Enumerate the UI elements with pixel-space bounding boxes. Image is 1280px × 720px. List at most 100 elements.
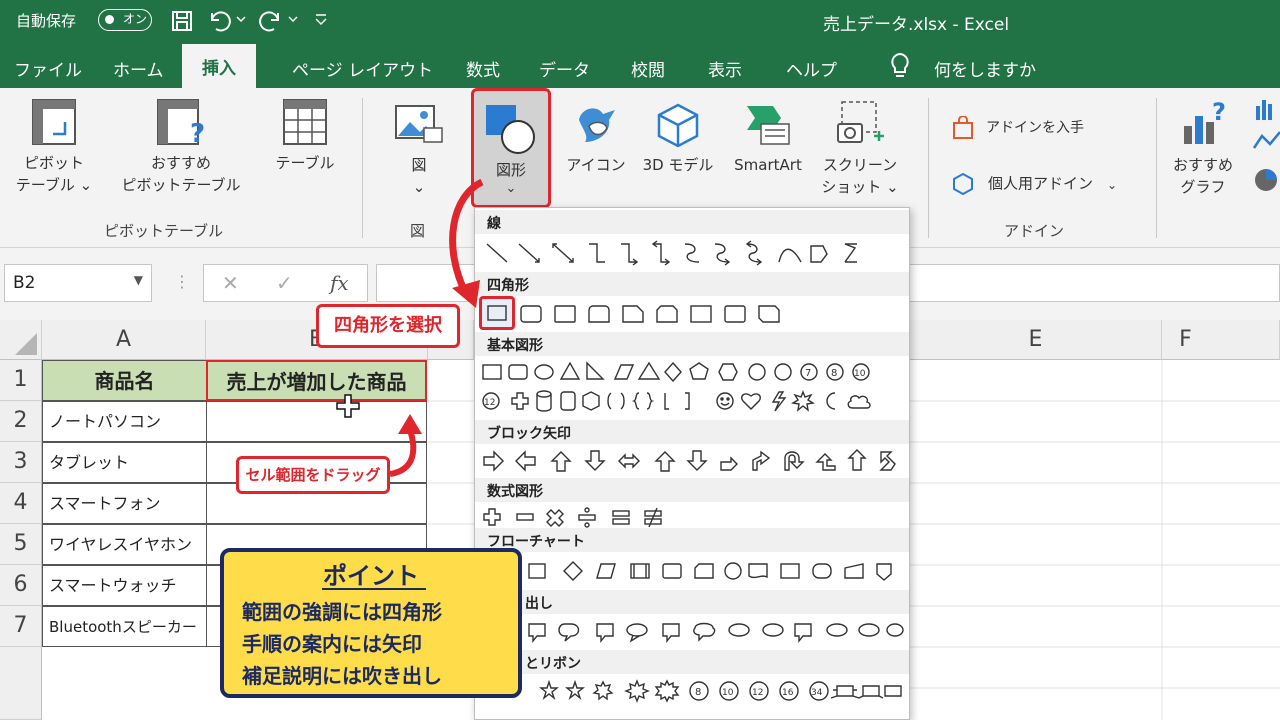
my-addins-caret: ⌄ xyxy=(1107,177,1118,192)
recommended-charts-label-1: おすすめ xyxy=(1172,156,1233,174)
gallery-flowchart-row[interactable] xyxy=(481,554,905,588)
row-header-3[interactable]: 3 xyxy=(0,442,42,483)
column-header-f[interactable]: F xyxy=(1162,320,1280,360)
gallery-section-flowchart: フローチャート xyxy=(475,528,909,552)
autosave-toggle[interactable]: オン xyxy=(98,9,152,31)
cell-a1[interactable]: 商品名 xyxy=(42,360,207,401)
select-rectangle-callout: 四角形を選択 xyxy=(316,304,460,348)
screenshot-label-2: ショット ⌄ xyxy=(821,178,899,196)
cell-a6[interactable]: スマートウォッチ xyxy=(42,565,207,606)
cell-a5[interactable]: ワイヤレスイヤホン xyxy=(42,524,207,565)
row-header-6[interactable]: 6 xyxy=(0,565,42,606)
shapes-gallery: 線 四角形 基本図形 7 8 10 12 ブロック矢印 数式図形 フローチャート… xyxy=(474,207,910,720)
icons-label: アイコン xyxy=(566,156,626,174)
cell-a3[interactable]: タブレット xyxy=(42,442,207,483)
pivot-table-label-1: ピボット xyxy=(23,154,84,172)
screenshot-label-1: スクリーン xyxy=(822,156,898,174)
table-button[interactable]: テーブル xyxy=(268,98,342,174)
name-box-value: B2 xyxy=(13,273,36,293)
3d-models-label: 3D モデル xyxy=(642,156,714,174)
row-header-7[interactable]: 7 xyxy=(0,606,42,647)
gallery-block-arrows-row[interactable] xyxy=(481,444,905,478)
cell-a7[interactable]: Bluetoothスピーカー xyxy=(42,606,207,647)
gallery-section-block-arrows: ブロック矢印 xyxy=(475,420,909,444)
smartart-button[interactable]: SmartArt xyxy=(730,102,806,176)
row-header-1[interactable]: 1 xyxy=(0,360,42,401)
pivot-table-button[interactable]: ピボット テーブル ⌄ xyxy=(14,98,94,196)
svg-text:34: 34 xyxy=(811,688,823,698)
empty-cell-grid[interactable] xyxy=(910,360,1280,720)
my-addins-label: 個人用アドイン xyxy=(988,174,1094,193)
svg-text:?: ? xyxy=(190,119,205,146)
column-header-e[interactable]: E xyxy=(910,320,1162,360)
svg-text:10: 10 xyxy=(722,688,734,698)
group-label-addins: アドイン xyxy=(1004,222,1065,240)
gallery-basic-row-2[interactable]: 12 xyxy=(481,384,905,418)
point-title: ポイント xyxy=(323,562,419,590)
name-box-dropdown-icon[interactable]: ▼ xyxy=(134,273,143,287)
svg-text:7: 7 xyxy=(805,368,811,379)
tab-page-layout[interactable]: ページ レイアウト xyxy=(292,56,433,81)
icons-button[interactable]: アイコン xyxy=(564,102,628,176)
tab-insert[interactable]: 挿入 xyxy=(182,44,256,88)
group-label-pivot: ピボットテーブル xyxy=(104,222,224,240)
shapes-icon xyxy=(486,105,535,154)
gallery-callouts-row[interactable] xyxy=(481,614,905,648)
tab-review[interactable]: 校閲 xyxy=(631,56,665,81)
my-addins-icon xyxy=(953,172,973,196)
gallery-rectangles-row[interactable] xyxy=(519,298,899,332)
recommended-pivot-button[interactable]: ? おすすめ ピボットテーブル xyxy=(118,98,244,196)
name-box[interactable]: B2 ▼ xyxy=(4,264,152,302)
redo-dropdown-icon[interactable] xyxy=(288,14,298,24)
chart-types-icons[interactable] xyxy=(1252,96,1280,196)
gallery-stars-row[interactable]: 8 10 12 16 34 xyxy=(481,674,905,708)
undo-dropdown-icon[interactable] xyxy=(236,14,246,24)
point-note-box: ポイント 範囲の強調には四角形 手順の案内には矢印 補足説明には吹き出し xyxy=(220,548,522,698)
smartart-label: SmartArt xyxy=(734,156,802,174)
gallery-section-rectangles: 四角形 xyxy=(475,272,909,296)
column-header-a[interactable]: A xyxy=(42,320,206,360)
tab-formulas[interactable]: 数式 xyxy=(466,56,500,81)
save-icon[interactable] xyxy=(170,9,194,33)
get-addins-label: アドインを入手 xyxy=(986,120,1084,136)
tab-home[interactable]: ホーム xyxy=(113,56,164,81)
table-icon xyxy=(283,99,327,145)
ribbon-tabs: ファイル ホーム 挿入 ページ レイアウト 数式 データ 校閲 表示 ヘルプ 何… xyxy=(0,44,1280,88)
tab-help[interactable]: ヘルプ xyxy=(786,56,837,81)
cancel-icon[interactable]: ✕ xyxy=(222,271,239,295)
tab-view[interactable]: 表示 xyxy=(708,56,742,81)
pivot-table-icon xyxy=(32,99,76,145)
tab-file[interactable]: ファイル xyxy=(14,56,82,81)
cell-a4[interactable]: スマートフォン xyxy=(42,483,207,524)
row-header-5[interactable]: 5 xyxy=(0,524,42,565)
my-addins-button[interactable]: 個人用アドイン ⌄ xyxy=(952,172,1142,196)
customize-toolbar-icon[interactable] xyxy=(314,12,328,28)
row-header-4[interactable]: 4 xyxy=(0,483,42,524)
title-bar: 自動保存 オン 売上データ.xlsx - Excel xyxy=(0,0,1280,44)
autosave-state: オン xyxy=(123,12,148,26)
gallery-lines-row[interactable] xyxy=(481,236,905,270)
cell-a2[interactable]: ノートパソコン xyxy=(42,401,207,442)
redo-icon[interactable] xyxy=(258,9,284,33)
recommended-charts-button[interactable]: ? おすすめ グラフ xyxy=(1168,98,1238,198)
insert-function-icon[interactable]: fx xyxy=(330,271,349,295)
recommended-charts-icon: ? xyxy=(1184,98,1226,144)
screenshot-button[interactable]: スクリーン ショット ⌄ xyxy=(816,98,904,198)
undo-icon[interactable] xyxy=(206,9,232,33)
recommended-pivot-icon: ? xyxy=(157,99,205,146)
document-title: 売上データ.xlsx - Excel xyxy=(823,15,1010,35)
get-addins-button[interactable]: アドインを入手 xyxy=(952,116,1092,140)
row-header-8[interactable] xyxy=(0,647,42,720)
enter-icon[interactable]: ✓ xyxy=(276,271,293,295)
ribbon-separator xyxy=(1156,98,1157,238)
tab-data[interactable]: データ xyxy=(539,56,590,81)
cell-b1[interactable]: 売上が増加した商品 xyxy=(206,360,427,401)
smartart-icon xyxy=(747,106,790,145)
select-all-corner[interactable] xyxy=(0,320,42,360)
picture-label: 図 xyxy=(411,156,427,174)
3d-models-button[interactable]: 3D モデル xyxy=(638,102,718,176)
row-header-2[interactable]: 2 xyxy=(0,401,42,442)
recommended-pivot-label-2: ピボットテーブル xyxy=(121,176,241,194)
autosave-label: 自動保存 xyxy=(16,12,77,30)
tell-me-search[interactable]: 何をしますか xyxy=(934,56,1036,81)
